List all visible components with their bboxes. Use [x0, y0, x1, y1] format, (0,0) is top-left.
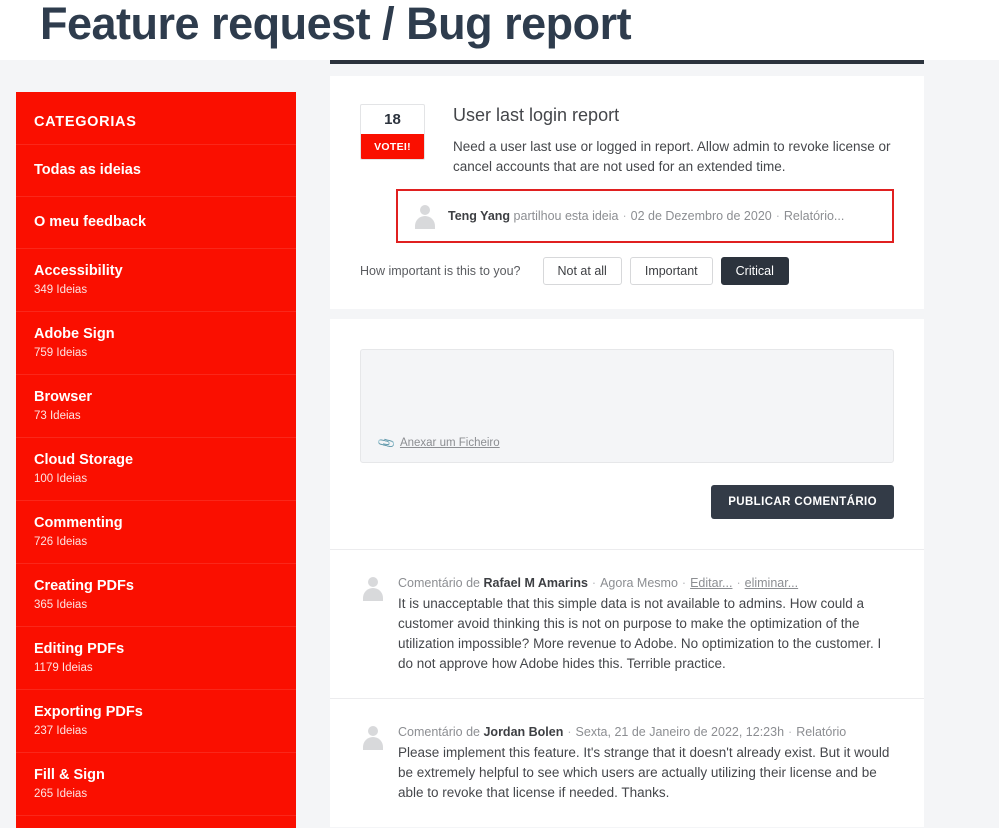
idea-report-link[interactable]: Relatório...	[784, 209, 844, 223]
sidebar-item-creating-pdfs[interactable]: Creating PDFs 365 Ideias	[16, 563, 296, 626]
sidebar-item-label: O meu feedback	[34, 214, 147, 230]
importance-option-not-at-all[interactable]: Not at all	[542, 257, 622, 285]
sidebar-category-list: Accessibility 349 Ideias Adobe Sign 759 Ide…	[16, 248, 296, 828]
comment-time: Sexta, 21 de Janeiro de 2022, 12:23h	[575, 725, 785, 739]
sidebar-item-exporting-pdfs[interactable]: Exporting PDFs 237 Ideias	[16, 689, 296, 752]
sidebar-item-commenting[interactable]: Commenting 726 Ideias	[16, 500, 296, 563]
comment-meta: Comentário de Jordan Bolen · Sexta, 21 de …	[398, 725, 847, 739]
importance-question: How important is this to you?	[360, 264, 521, 278]
sidebar-item-browser[interactable]: Browser 73 Ideias	[16, 374, 296, 437]
idea-author-meta: Teng Yang partilhou esta ideia · 02 de Dez…	[448, 209, 845, 223]
main-content: 18 VOTEI! User last login report Need a …	[330, 60, 924, 827]
avatar-icon	[360, 575, 386, 601]
attach-file-link[interactable]: 📎 Anexar um Ficheiro	[376, 432, 500, 454]
comment-meta: Comentário de Rafael M Amarins · Agora Mes…	[398, 576, 799, 590]
sidebar-item-label: Exporting PDFs	[34, 704, 143, 720]
comment-item: Comentário de Jordan Bolen · Sexta, 21 de …	[330, 698, 924, 827]
comment-body: Comentário de Jordan Bolen · Sexta, 21 de …	[398, 723, 894, 803]
vote-button[interactable]: VOTEI!	[361, 134, 424, 159]
paperclip-icon: 📎	[376, 432, 397, 454]
comment-action: Relatório	[796, 725, 847, 739]
comment-item: Comentário de Rafael M Amarins · Agora Mes…	[330, 549, 924, 698]
sidebar-item-label: Editing PDFs	[34, 641, 125, 657]
sidebar-item-label: Accessibility	[34, 263, 123, 279]
comment-input[interactable]: 📎 Anexar um Ficheiro	[360, 349, 894, 463]
sidebar-item-todas-as-ideias[interactable]: Todas as ideias	[16, 144, 296, 196]
idea-texts: User last login report Need a user last …	[425, 104, 894, 177]
sidebar-heading: CATEGORIAS	[34, 114, 137, 130]
sidebar-item-adobe-sign[interactable]: Adobe Sign 759 Ideias	[16, 311, 296, 374]
comment-author: Jordan Bolen	[483, 725, 564, 739]
avatar-icon	[360, 724, 386, 750]
sidebar-item-label: Browser	[34, 389, 93, 405]
importance-options: Not at all Important Critical	[542, 257, 797, 285]
sidebar-item-label: Todas as ideias	[34, 162, 141, 178]
sidebar-item-count: 349 Ideias	[34, 284, 88, 296]
idea-author-date: 02 de Dezembro de 2020	[630, 209, 772, 223]
comment-action[interactable]: Editar...	[690, 576, 732, 590]
sidebar-item-label: Commenting	[34, 515, 123, 531]
sidebar-item-fill-sign[interactable]: Fill & Sign 265 Ideias	[16, 752, 296, 815]
card-divider-gap	[330, 309, 924, 319]
sidebar-item-count: 100 Ideias	[34, 473, 88, 485]
sidebar-item-o-meu-feedback[interactable]: O meu feedback	[16, 196, 296, 248]
comment-body: Comentário de Rafael M Amarins · Agora Mes…	[398, 574, 894, 674]
sidebar-item-label: Fill & Sign	[34, 767, 105, 783]
sidebar-item-count: 265 Ideias	[34, 788, 88, 800]
comment-author: Rafael M Amarins	[483, 576, 588, 590]
sidebar-item-accessibility[interactable]: Accessibility 349 Ideias	[16, 248, 296, 311]
importance-row: How important is this to you? Not at all…	[330, 243, 924, 309]
publish-comment-button[interactable]: PUBLICAR COMENTÁRIO	[711, 485, 894, 519]
sidebar-primary-links: Todas as ideias O meu feedback	[16, 144, 296, 248]
comment-time: Agora Mesmo	[600, 576, 678, 590]
sidebar-item-count: 759 Ideias	[34, 347, 88, 359]
sidebar-item-count: 73 Ideias	[34, 410, 81, 422]
sidebar-item-label: Cloud Storage	[34, 452, 134, 468]
idea-author-name: Teng Yang	[448, 209, 511, 223]
sidebar-item-generative-ai[interactable]: Generative AI7 Ideias	[16, 815, 296, 828]
idea-card: 18 VOTEI! User last login report Need a …	[330, 76, 924, 309]
idea-author-annotation-box: Teng Yang partilhou esta ideia · 02 de Dez…	[396, 189, 894, 243]
sidebar-item-count: 1179 Ideias	[34, 662, 93, 674]
sidebar-item-label: Creating PDFs	[34, 578, 134, 594]
idea-author-action: partilhou esta ideia	[513, 209, 619, 223]
comment-text: Please implement this feature. It's stra…	[398, 745, 890, 800]
vote-box[interactable]: 18 VOTEI!	[360, 104, 425, 160]
comment-list: Comentário de Rafael M Amarins · Agora Mes…	[330, 549, 924, 827]
sidebar-item-label: Adobe Sign	[34, 326, 115, 342]
comment-composer-wrap: 📎 Anexar um Ficheiro	[330, 319, 924, 463]
content-top-rule	[330, 60, 924, 64]
comments-card: 📎 Anexar um Ficheiro PUBLICAR COMENTÁRIO…	[330, 319, 924, 827]
idea-header-row: 18 VOTEI! User last login report Need a …	[330, 76, 924, 177]
comment-prefix: Comentário de	[398, 576, 480, 590]
idea-description: Need a user last use or logged in report…	[453, 139, 891, 174]
importance-option-critical[interactable]: Critical	[720, 257, 789, 285]
sidebar-item-count: 365 Ideias	[34, 599, 88, 611]
comment-prefix: Comentário de	[398, 725, 480, 739]
comment-action[interactable]: eliminar...	[745, 576, 799, 590]
page-title: Feature request / Bug report	[40, 0, 632, 52]
sidebar-item-cloud-storage[interactable]: Cloud Storage 100 Ideias	[16, 437, 296, 500]
publish-row: PUBLICAR COMENTÁRIO	[330, 463, 924, 549]
importance-option-important[interactable]: Important	[629, 257, 713, 285]
attach-file-label: Anexar um Ficheiro	[399, 437, 500, 449]
idea-title: User last login report	[453, 105, 620, 125]
avatar-icon	[412, 203, 438, 229]
vote-count: 18	[384, 111, 401, 128]
sidebar-item-count: 237 Ideias	[34, 725, 88, 737]
sidebar-item-count: 726 Ideias	[34, 536, 88, 548]
categories-sidebar: CATEGORIAS Todas as ideias O meu feedback…	[16, 92, 296, 828]
comment-text: It is unacceptable that this simple data…	[398, 596, 882, 671]
sidebar-item-editing-pdfs[interactable]: Editing PDFs 1179 Ideias	[16, 626, 296, 689]
